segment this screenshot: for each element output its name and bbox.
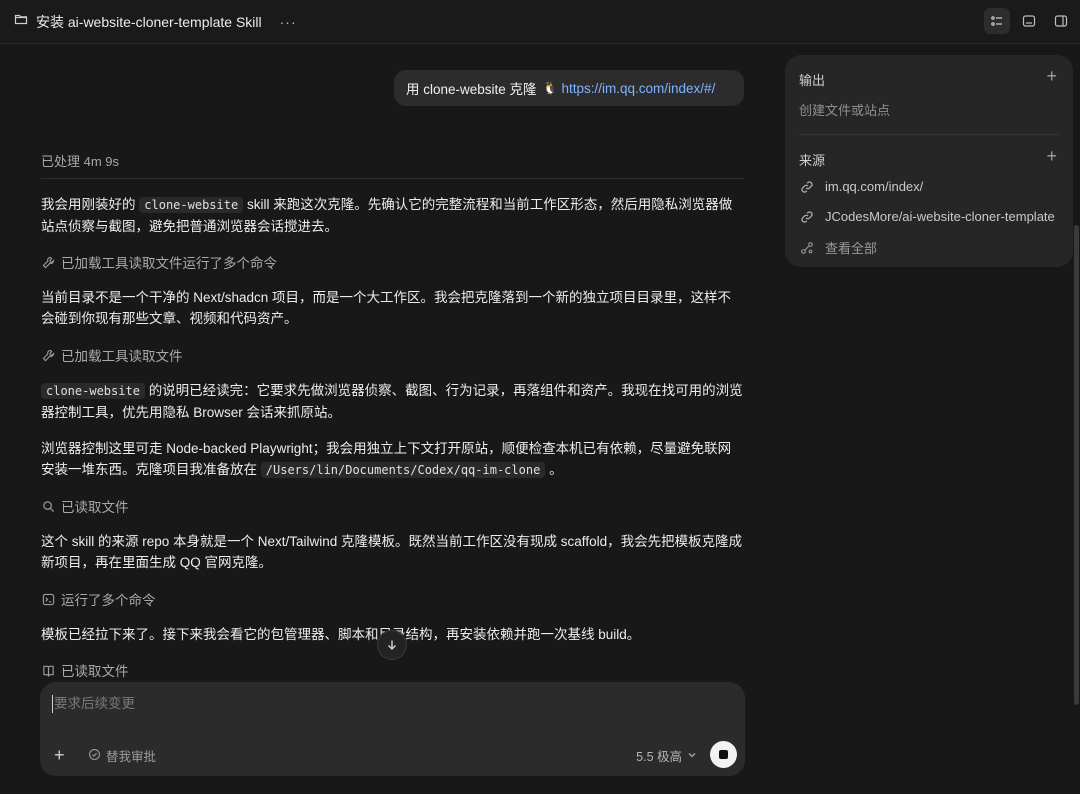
tool-activity-label: 已读取文件: [61, 500, 129, 515]
message-text: 这个 skill 的来源 repo 本身就是一个 Next/Tailwind 克…: [41, 534, 743, 570]
source-item[interactable]: im.qq.com/index/: [799, 179, 1059, 194]
top-bar-actions: [984, 8, 1074, 34]
chevron-down-icon: [687, 749, 697, 763]
terminal-panel-button[interactable]: [1016, 8, 1042, 34]
arrow-down-icon: [388, 640, 396, 650]
tool-activity[interactable]: 已读取文件: [41, 496, 129, 516]
follow-up-input[interactable]: 要求后续变更: [52, 695, 135, 713]
terminal-icon: [41, 592, 55, 606]
sources-section-title: 来源: [799, 153, 826, 168]
add-source-button[interactable]: +: [1046, 146, 1057, 167]
inline-code: clone-website: [139, 197, 244, 213]
wrench-icon: [41, 255, 55, 269]
scrollbar[interactable]: [1073, 55, 1079, 705]
source-label: JCodesMore/ai-website-cloner-template: [825, 209, 1055, 224]
message-text: 模板已经拉下来了。接下来我会看它的包管理器、脚本和目录结构，再安装依赖并跑一次基…: [41, 627, 641, 642]
stop-button[interactable]: [710, 741, 737, 768]
scroll-to-bottom-button[interactable]: [377, 630, 407, 660]
view-all-label: 查看全部: [825, 241, 878, 256]
inline-code: /Users/lin/Documents/Codex/qq-im-clone: [260, 462, 546, 478]
panel-divider: [799, 134, 1059, 135]
tool-activity-label: 运行了多个命令: [61, 593, 156, 608]
output-section-title: 输出: [799, 73, 826, 88]
add-output-button[interactable]: +: [1046, 66, 1057, 87]
shield-icon: [88, 748, 101, 764]
sidebar-toggle-button[interactable]: [1048, 8, 1074, 34]
book-icon: [41, 663, 55, 677]
composer: 要求后续变更 + 替我审批 5.5 极高: [40, 682, 745, 776]
tool-activity[interactable]: 已读取文件: [41, 660, 129, 680]
message-text: 我会用刚装好的: [41, 197, 136, 212]
message-text: 。: [549, 462, 563, 477]
more-options-button[interactable]: ···: [280, 14, 297, 30]
model-label: 5.5 极高: [636, 750, 682, 764]
tool-activity[interactable]: 运行了多个命令: [41, 589, 156, 609]
bottom-panel-icon: [1022, 15, 1036, 27]
inline-code: clone-website: [41, 383, 145, 399]
tool-activity-label: 已读取文件: [61, 664, 129, 679]
side-panel-icon: [1054, 15, 1068, 27]
title-area[interactable]: 安装 ai-website-cloner-template Skill ···: [14, 12, 297, 32]
assistant-message: 浏览器控制这里可走 Node-backed Playwright；我会用独立上下…: [41, 438, 744, 481]
message-text: 的说明已经读完：它要求先做浏览器侦察、截图、行为记录，再落组件和资产。我现在找可…: [41, 383, 743, 420]
tool-activity[interactable]: 已加载工具读取文件运行了多个命令: [41, 252, 277, 272]
assistant-message: clone-website 的说明已经读完：它要求先做浏览器侦察、截图、行为记录…: [41, 380, 744, 423]
tool-activity-label: 已加载工具读取文件运行了多个命令: [61, 256, 277, 271]
stop-icon: [719, 750, 728, 759]
assistant-message: 这个 skill 的来源 repo 本身就是一个 Next/Tailwind 克…: [41, 531, 744, 573]
details-toggle-button[interactable]: [984, 8, 1010, 34]
view-all-sources-link[interactable]: 查看全部: [799, 238, 1059, 257]
link-icon: [799, 210, 815, 224]
context-panel: 输出 + 创建文件或站点 来源 + im.qq.com/index/ JCode…: [785, 55, 1073, 267]
source-item[interactable]: JCodesMore/ai-website-cloner-template: [799, 209, 1059, 224]
top-bar: 安装 ai-website-cloner-template Skill ···: [0, 0, 1080, 44]
user-message-text: 用 clone-website 克隆: [406, 82, 537, 97]
list-icon: [991, 16, 1002, 26]
nodes-icon: [799, 241, 815, 255]
processed-duration[interactable]: 已处理 4m 9s: [41, 151, 744, 179]
tool-activity-label: 已加载工具读取文件: [61, 349, 183, 364]
model-selector[interactable]: 5.5 极高: [636, 746, 697, 765]
output-empty-hint: 创建文件或站点: [799, 103, 891, 118]
qq-penguin-icon: 🐧: [542, 81, 558, 95]
assistant-message: 我会用刚装好的 clone-website skill 来跑这次克隆。先确认它的…: [41, 194, 744, 237]
message-text: 当前目录不是一个干净的 Next/shadcn 项目，而是一个大工作区。我会把克…: [41, 290, 732, 326]
link-icon: [799, 180, 815, 194]
auto-approve-toggle[interactable]: 替我审批: [88, 746, 156, 765]
wrench-icon: [41, 348, 55, 362]
search-icon: [41, 499, 55, 513]
source-label: im.qq.com/index/: [825, 179, 924, 194]
window-title: 安装 ai-website-cloner-template Skill: [36, 13, 262, 30]
tool-activity[interactable]: 已加载工具读取文件: [41, 345, 183, 365]
folder-icon: [14, 12, 28, 31]
assistant-message: 当前目录不是一个干净的 Next/shadcn 项目，而是一个大工作区。我会把克…: [41, 287, 744, 329]
user-message: 用 clone-website 克隆 🐧 https://im.qq.com/i…: [394, 70, 744, 106]
scrollbar-thumb[interactable]: [1074, 225, 1079, 705]
add-attachment-button[interactable]: +: [54, 745, 65, 766]
app-window: 安装 ai-website-cloner-template Skill ···: [0, 0, 1080, 794]
user-message-link[interactable]: https://im.qq.com/index/#/: [562, 81, 716, 96]
auto-approve-label: 替我审批: [106, 750, 157, 764]
